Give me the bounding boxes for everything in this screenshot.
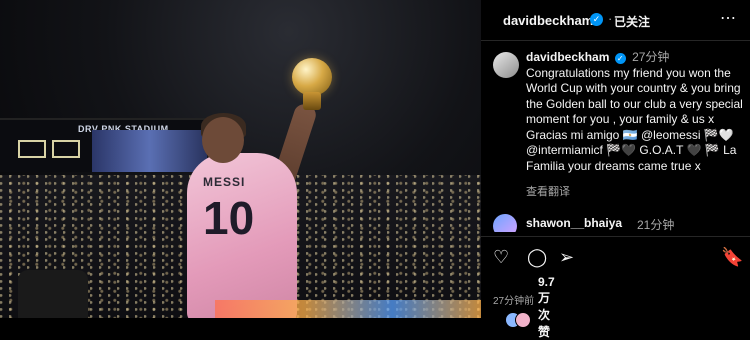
post-timestamp: 27分钟前 (493, 296, 535, 307)
reply-time: 21分钟 (637, 218, 675, 232)
like-icon[interactable]: ♡ (493, 247, 509, 268)
player-head (202, 117, 244, 163)
header-username[interactable]: davidbeckham (503, 13, 593, 28)
caption-time: 27分钟 (632, 50, 670, 64)
liker-avatars (505, 312, 533, 328)
liker-avatar (515, 312, 531, 328)
jersey-name: MESSI (203, 175, 246, 189)
caption-username[interactable]: davidbeckham (526, 50, 609, 64)
golden-ball-trophy (292, 58, 332, 96)
score-right (52, 140, 80, 158)
post-side-panel: davidbeckham ✓ · 已关注 ⋯ davidbeckham ✓ 27… (481, 0, 750, 339)
caption-text: Congratulations my friend you won the Wo… (526, 65, 743, 173)
photographer-silhouette (18, 270, 88, 318)
comment-icon[interactable]: ◯ (527, 247, 547, 268)
caption-body: davidbeckham ✓ 27分钟 Congratulations my f… (526, 50, 746, 174)
jersey-number: 10 (203, 192, 255, 244)
reply-username[interactable]: shawon__bhaiya (526, 216, 622, 230)
likes-count[interactable]: 9.7万次赞 (538, 275, 555, 340)
avatar[interactable] (493, 52, 519, 78)
following-button[interactable]: 已关注 (614, 13, 650, 30)
trophy-base (303, 92, 321, 110)
share-icon[interactable]: ➢ (559, 247, 574, 268)
header-separator: · (608, 11, 613, 26)
bookmark-icon[interactable]: 🔖 (721, 247, 743, 268)
verified-icon: ✓ (614, 53, 626, 64)
see-translation-link[interactable]: 查看翻译 (526, 183, 570, 199)
player-figure: MESSI 10 (175, 101, 319, 318)
verified-icon: ✓ (590, 13, 603, 26)
more-options-icon[interactable]: ⋯ (720, 8, 737, 28)
avatar[interactable] (493, 214, 517, 232)
led-ad-band (215, 300, 481, 318)
post-actions: ♡ ◯ ➢ 🔖 9.7万次赞 27分钟前 (481, 236, 750, 339)
comment-row: shawon__bhaiya 21分钟 (493, 214, 745, 232)
post-header: davidbeckham ✓ · 已关注 ⋯ (481, 0, 750, 41)
score-left (18, 140, 46, 158)
post-image[interactable]: DRV PNK STADIUM MESSI 10 (0, 0, 481, 318)
